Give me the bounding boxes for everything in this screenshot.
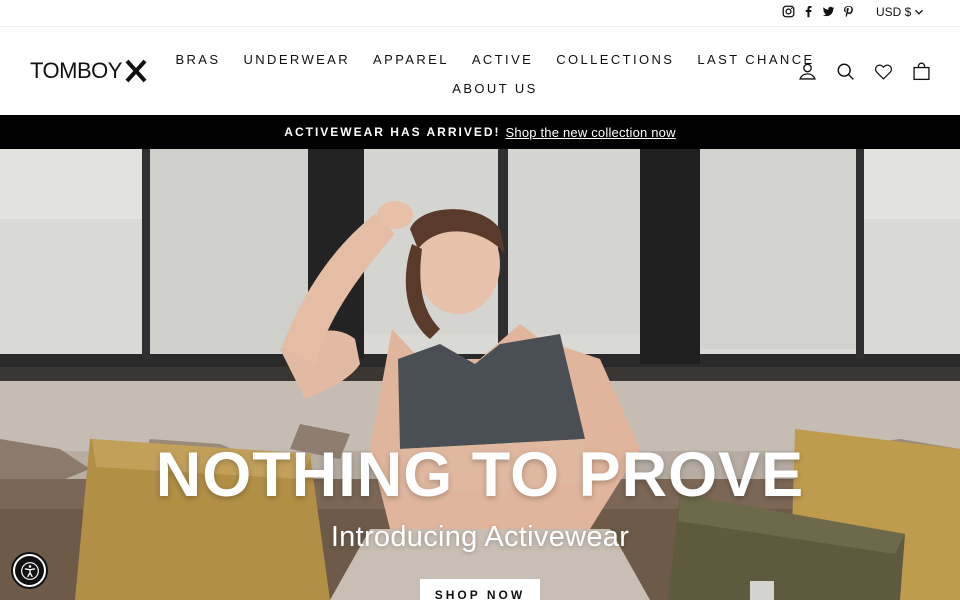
nav-row-primary: BRAS UNDERWEAR APPAREL ACTIVE COLLECTION… [175,45,812,74]
account-icon[interactable] [797,61,818,82]
utility-bar: USD $ [0,0,960,26]
main-nav: BRAS UNDERWEAR APPAREL ACTIVE COLLECTION… [175,45,812,103]
hero-subtitle: Introducing Activewear [330,521,630,553]
facebook-icon[interactable] [802,4,815,18]
search-icon[interactable] [835,61,856,82]
nav-item-apparel[interactable]: APPAREL [373,52,449,67]
logo-text: TOMBOY [30,58,122,83]
currency-selector[interactable]: USD $ [876,5,924,19]
nav-item-underwear[interactable]: UNDERWEAR [243,52,350,67]
social-links [782,4,855,18]
announcement-headline: ACTIVEWEAR HAS ARRIVED! [284,125,501,139]
hero-title: NOTHING TO PROVE [155,440,805,510]
cart-bag-icon[interactable] [911,61,932,82]
shop-now-button[interactable]: SHOP NOW [420,579,540,600]
nav-row-secondary: ABOUT US [198,74,792,103]
accessibility-icon [15,556,44,585]
pinterest-icon[interactable] [842,4,855,18]
currency-label: USD $ [876,5,912,19]
nav-item-bras[interactable]: BRAS [175,52,220,67]
accessibility-button[interactable] [11,552,48,589]
instagram-icon[interactable] [782,4,795,18]
nav-item-collections[interactable]: COLLECTIONS [556,52,674,67]
header-icons [797,61,932,82]
hero-banner: NOTHING TO PROVE Introducing Activewear … [0,149,960,600]
twitter-icon[interactable] [822,4,835,18]
logo[interactable]: TOMBOY [30,58,148,84]
announcement-bar: ACTIVEWEAR HAS ARRIVED! Shop the new col… [0,115,960,149]
chevron-down-icon [915,9,924,15]
site-header: TOMBOY BRAS UNDERWEAR APPAREL ACTIVE COL… [0,26,960,115]
wishlist-heart-icon[interactable] [873,61,894,82]
nav-item-about-us[interactable]: ABOUT US [452,81,537,96]
logo-x-mark [125,59,147,83]
announcement-link[interactable]: Shop the new collection now [506,125,676,140]
nav-item-active[interactable]: ACTIVE [472,52,533,67]
